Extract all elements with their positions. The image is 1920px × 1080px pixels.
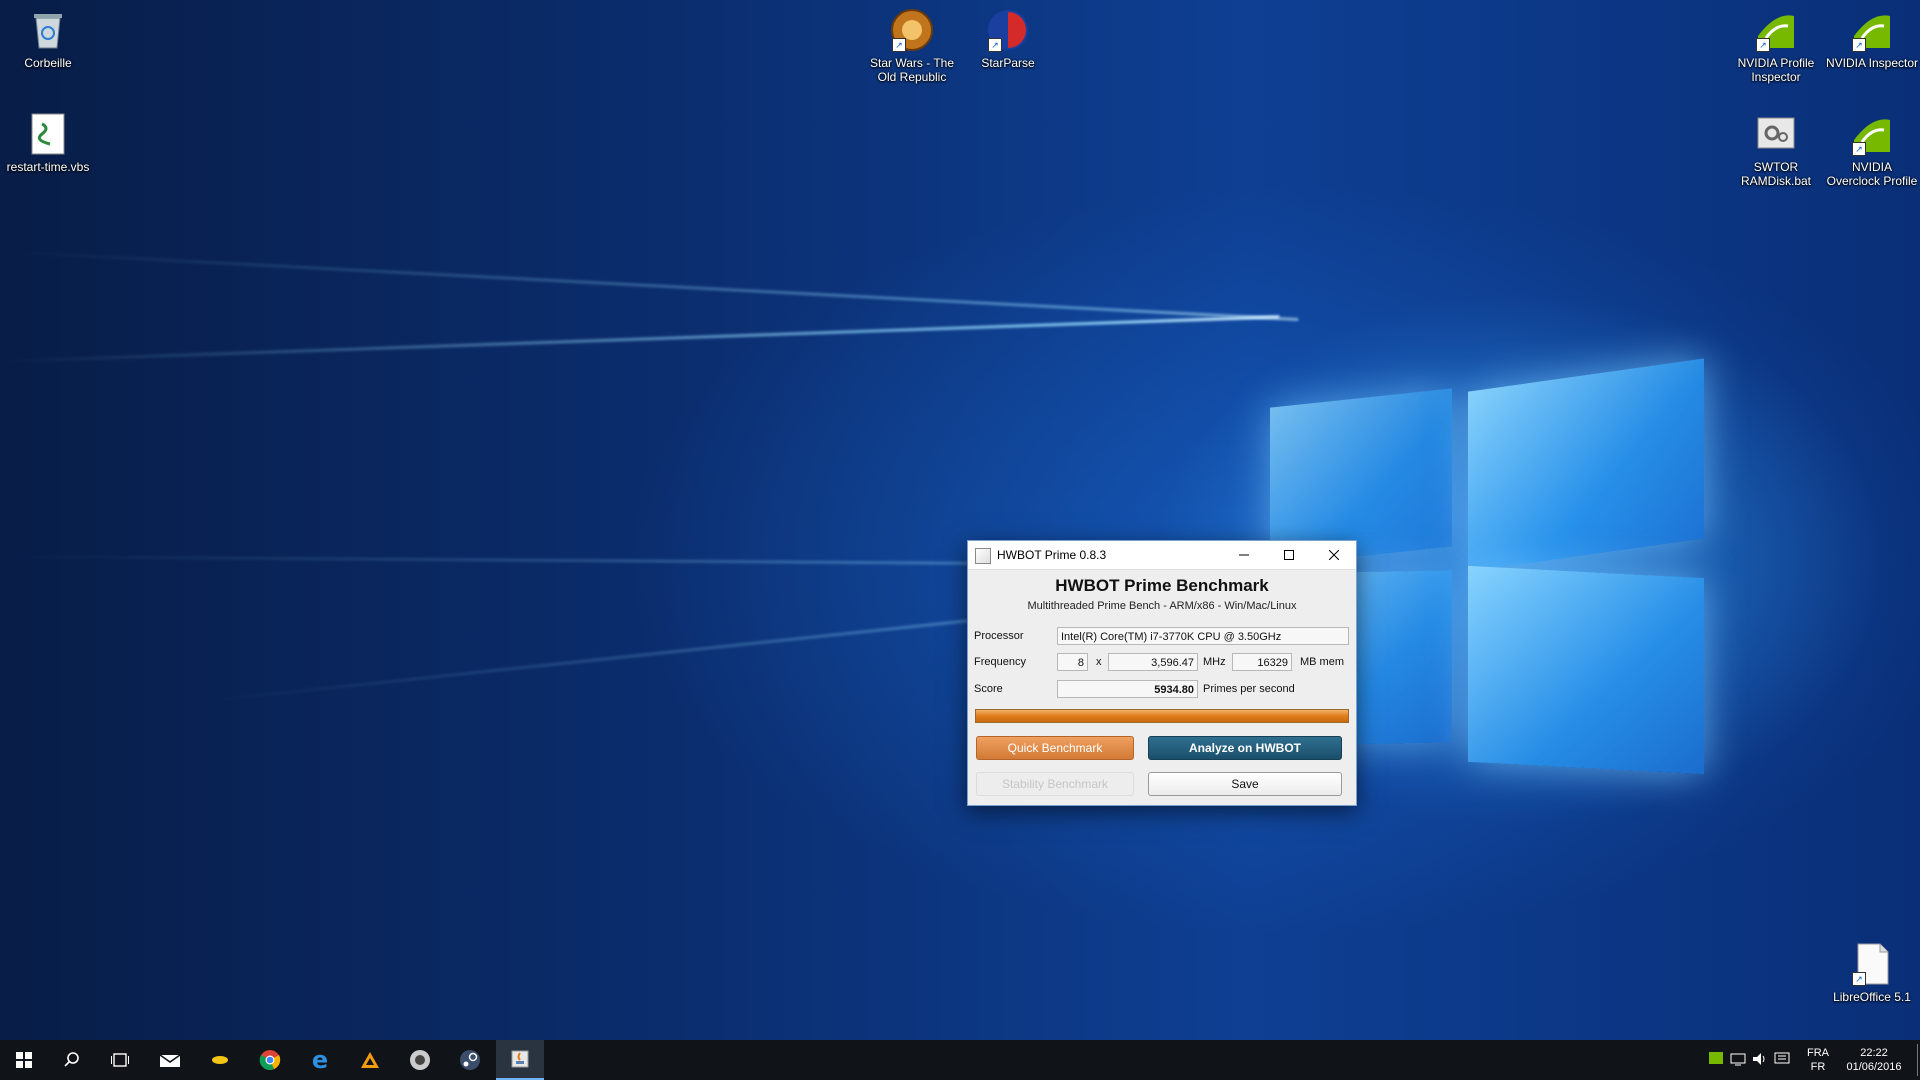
desktop-wallpaper	[0, 0, 1920, 1040]
quick-benchmark-button[interactable]: Quick Benchmark	[976, 736, 1134, 760]
close-icon	[1328, 549, 1339, 561]
close-button[interactable]	[1311, 541, 1356, 569]
hwbot-prime-window[interactable]: HWBOT Prime 0.8.3 HWBOT Prime Benchmark …	[967, 540, 1357, 806]
frequency-label: Frequency	[974, 656, 1026, 668]
search-button[interactable]	[48, 1040, 96, 1080]
action-center-icon[interactable]	[1774, 1052, 1790, 1068]
chrome-icon	[259, 1050, 281, 1070]
desktop-icon-label: NVIDIA Inspector	[1825, 56, 1919, 70]
save-button[interactable]: Save	[1148, 772, 1342, 796]
task-view-icon	[111, 1053, 129, 1067]
analyze-on-hwbot-button[interactable]: Analyze on HWBOT	[1148, 736, 1342, 760]
cores-field[interactable]: 8	[1057, 653, 1088, 671]
steam-icon	[460, 1050, 480, 1070]
windows-logo-icon	[16, 1052, 32, 1068]
taskbar-app-yellow[interactable]	[196, 1040, 244, 1080]
taskbar: e FRA FR 22:22 01/06/2016	[0, 1040, 1920, 1080]
input-language-indicator[interactable]: FRA FR	[1804, 1046, 1832, 1074]
clock[interactable]: 22:22 01/06/2016	[1838, 1046, 1910, 1074]
window-title: HWBOT Prime 0.8.3	[997, 548, 1107, 562]
show-desktop-button[interactable]	[1917, 1044, 1918, 1076]
stability-benchmark-button: Stability Benchmark	[976, 772, 1134, 796]
desktop-icon-label: SWTOR RAMDisk.bat	[1740, 160, 1811, 188]
java-app-icon	[975, 548, 991, 564]
volume-icon[interactable]	[1752, 1052, 1768, 1068]
score-label: Score	[974, 683, 1003, 695]
language-code: FRA	[1807, 1047, 1829, 1059]
app-yellow-icon	[212, 1056, 228, 1064]
benchmark-progress-bar	[975, 709, 1349, 723]
taskbar-chrome[interactable]	[246, 1040, 294, 1080]
processor-field[interactable]: Intel(R) Core(TM) i7-3770K CPU @ 3.50GHz	[1057, 627, 1349, 645]
nvidia-icon: ↗	[1754, 8, 1798, 52]
window-titlebar[interactable]: HWBOT Prime 0.8.3	[968, 541, 1356, 570]
swtor-icon: ↗	[890, 8, 934, 52]
taskbar-edge[interactable]: e	[296, 1040, 344, 1080]
processor-label: Processor	[974, 630, 1024, 642]
desktop-icon-label: NVIDIA Overclock Profile	[1826, 160, 1918, 188]
mhz-label: MHz	[1203, 656, 1226, 668]
shortcut-arrow-icon: ↗	[988, 38, 1002, 52]
score-field[interactable]: 5934.80	[1057, 680, 1198, 698]
keyboard-layout: FR	[1810, 1061, 1826, 1073]
desktop-icon-libreoffice[interactable]: ↗ LibreOffice 5.1	[1824, 936, 1920, 1004]
recycle-bin-icon	[26, 8, 70, 52]
memory-field[interactable]: 16329	[1232, 653, 1292, 671]
shortcut-arrow-icon: ↗	[892, 38, 906, 52]
shortcut-arrow-icon: ↗	[1852, 38, 1866, 52]
starparse-icon: ↗	[986, 8, 1030, 52]
nvidia-icon: ↗	[1850, 8, 1894, 52]
benchmark-subheading: Multithreaded Prime Bench - ARM/x86 - Wi…	[1027, 600, 1297, 612]
desktop-icon-label: StarParse	[981, 56, 1035, 70]
system-tray: FRA FR 22:22 01/06/2016	[1700, 1040, 1920, 1080]
search-icon	[64, 1052, 79, 1067]
taskbar-starparse[interactable]	[446, 1040, 494, 1080]
desktop-icon-restart-time[interactable]: restart-time.vbs	[0, 106, 96, 174]
desktop-icon-label: Star Wars - The Old Republic	[869, 56, 955, 84]
clock-time: 22:22	[1860, 1047, 1888, 1059]
edge-icon: e	[311, 1046, 329, 1074]
shortcut-arrow-icon: ↗	[1852, 142, 1866, 156]
clock-date: 01/06/2016	[1846, 1061, 1902, 1073]
taskbar-hwbot-prime[interactable]	[496, 1040, 544, 1080]
batch-file-icon	[1754, 112, 1798, 156]
maximize-button[interactable]	[1266, 541, 1311, 569]
nvidia-tray-icon[interactable]	[1708, 1052, 1724, 1068]
desktop-icon-label: Corbeille	[24, 56, 72, 70]
taskbar-app-orange[interactable]	[346, 1040, 394, 1080]
network-icon[interactable]	[1730, 1052, 1746, 1068]
score-unit-label: Primes per second	[1203, 683, 1295, 695]
libreoffice-icon: ↗	[1850, 942, 1894, 986]
shortcut-arrow-icon: ↗	[1756, 38, 1770, 52]
desktop-icon-nvidia-inspector[interactable]: ↗ NVIDIA Inspector	[1824, 2, 1920, 70]
script-file-icon	[26, 112, 70, 156]
desktop-icon-swtor[interactable]: ↗ Star Wars - The Old Republic	[864, 2, 960, 84]
java-icon	[511, 1050, 529, 1068]
mail-icon	[159, 1054, 181, 1067]
desktop-icon-swtor-ramdisk[interactable]: SWTOR RAMDisk.bat	[1728, 106, 1824, 188]
frequency-field[interactable]: 3,596.47	[1108, 653, 1198, 671]
swtor-taskbar-icon	[410, 1050, 430, 1070]
desktop-icon-label: restart-time.vbs	[6, 160, 90, 174]
desktop-icon-label: LibreOffice 5.1	[1833, 990, 1911, 1004]
progress-fill	[976, 710, 1348, 722]
taskbar-mail[interactable]	[146, 1040, 194, 1080]
benchmark-heading: HWBOT Prime Benchmark	[1055, 576, 1269, 595]
minimize-icon	[1238, 554, 1249, 556]
desktop-icon-recycle-bin[interactable]: Corbeille	[0, 2, 96, 70]
nvidia-icon: ↗	[1850, 112, 1894, 156]
mem-unit-label: MB mem	[1300, 656, 1344, 668]
taskbar-swtor[interactable]	[396, 1040, 444, 1080]
desktop-icon-starparse[interactable]: ↗ StarParse	[960, 2, 1056, 70]
times-label: x	[1096, 656, 1102, 668]
desktop-icon-nvidia-overclock-profile[interactable]: ↗ NVIDIA Overclock Profile	[1824, 106, 1920, 188]
minimize-button[interactable]	[1221, 541, 1266, 569]
start-button[interactable]	[0, 1040, 48, 1080]
desktop-icon-label: NVIDIA Profile Inspector	[1737, 56, 1815, 84]
shortcut-arrow-icon: ↗	[1852, 972, 1866, 986]
maximize-icon	[1283, 550, 1294, 560]
app-orange-icon	[361, 1052, 379, 1068]
task-view-button[interactable]	[96, 1040, 144, 1080]
desktop-icon-nvidia-profile-inspector[interactable]: ↗ NVIDIA Profile Inspector	[1728, 2, 1824, 84]
